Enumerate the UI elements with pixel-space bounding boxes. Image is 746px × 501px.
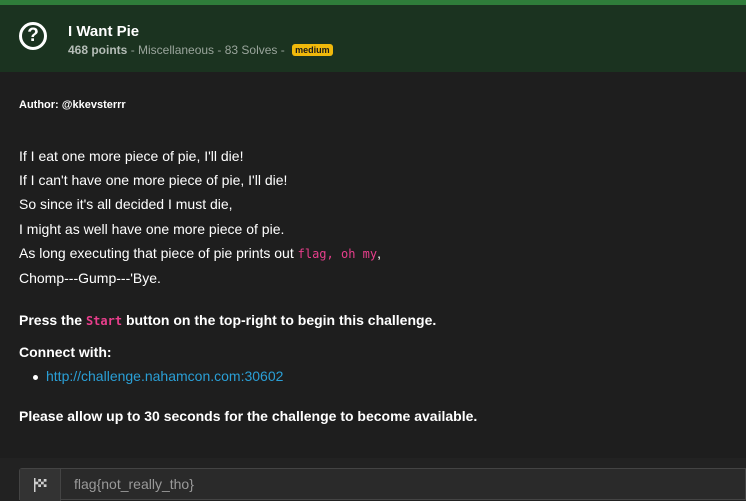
challenge-points: 468 points (68, 43, 128, 57)
checkered-flag-icon (34, 478, 47, 492)
inline-code-flag: flag, oh my (297, 246, 378, 261)
availability-note: Please allow up to 30 seconds for the ch… (19, 408, 478, 424)
poem-line: So since it's all decided I must die, (19, 196, 233, 213)
instruction-text: Press the (19, 312, 86, 328)
poem: If I eat one more piece of pie, I'll die… (19, 144, 381, 290)
flag-input[interactable] (62, 469, 746, 499)
challenge-description: Author: @kkevsterrr If I eat one more pi… (0, 72, 746, 458)
instruction-text: button on the top-right to begin this ch… (122, 312, 437, 328)
challenge-category-solves: - Miscellaneous - 83 Solves - (127, 43, 289, 57)
start-instruction: Press the Start button on the top-right … (19, 312, 436, 328)
poem-line: If I eat one more piece of pie, I'll die… (19, 148, 244, 164)
flag-submit-group (19, 468, 746, 501)
connect-link[interactable]: http://challenge.nahamcon.com:30602 (46, 368, 283, 384)
poem-line: I might as well have one more piece of p… (19, 220, 285, 237)
author-line: Author: @kkevsterrr (19, 99, 126, 111)
flag-icon-addon (20, 469, 61, 501)
challenge-meta: 468 points - Miscellaneous - 83 Solves -… (68, 43, 333, 57)
difficulty-badge: medium (292, 44, 333, 56)
poem-text: As long executing that piece of pie prin… (19, 244, 298, 261)
inline-code-start: Start (85, 314, 123, 328)
poem-text: , (377, 244, 381, 261)
bullet-dot (33, 375, 38, 380)
poem-line: If I can't have one more piece of pie, I… (19, 172, 288, 189)
poem-line: As long executing that piece of pie prin… (19, 241, 381, 266)
question-circle-icon: ? (19, 22, 47, 50)
poem-line: Chomp---Gump---'Bye. (19, 270, 161, 287)
challenge-title: I Want Pie (68, 23, 140, 40)
challenge-header: ? I Want Pie 468 points - Miscellaneous … (0, 5, 746, 73)
connect-list-item: http://challenge.nahamcon.com:30602 (33, 368, 283, 384)
connect-label: Connect with: (19, 344, 112, 360)
